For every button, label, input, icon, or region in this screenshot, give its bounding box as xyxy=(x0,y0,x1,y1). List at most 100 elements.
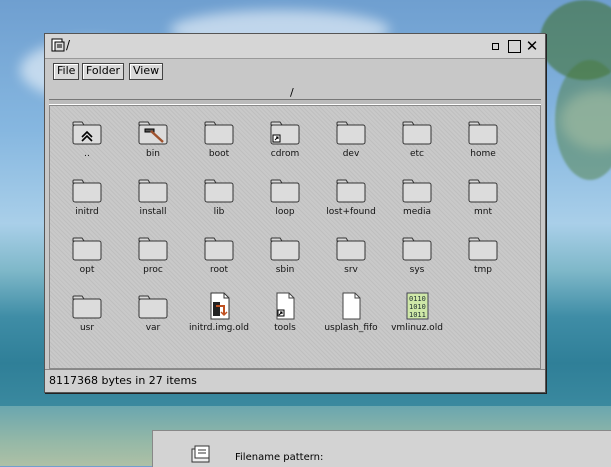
file-item[interactable]: cdrom xyxy=(252,114,318,174)
file-item-label: loop xyxy=(275,207,295,217)
file-item-label: opt xyxy=(79,265,95,275)
file-item[interactable]: lib xyxy=(186,172,252,232)
file-symlink-icon xyxy=(203,292,235,320)
svg-text:0110: 0110 xyxy=(409,295,426,303)
file-item[interactable]: media xyxy=(384,172,450,232)
file-item-label: usr xyxy=(79,323,95,333)
file-item[interactable]: usplash_fifo xyxy=(318,288,384,348)
svg-text:1011: 1011 xyxy=(409,311,426,319)
file-item[interactable]: dev xyxy=(318,114,384,174)
find-icon xyxy=(191,445,210,463)
file-item-label: lost+found xyxy=(326,207,376,217)
file-icon xyxy=(335,292,367,320)
folder-icon xyxy=(71,234,103,262)
file-item-label: var xyxy=(145,323,161,333)
iconify-icon xyxy=(491,42,499,50)
folder-icon xyxy=(137,292,169,320)
file-item-label: media xyxy=(402,207,432,217)
folder-icon xyxy=(269,176,301,204)
file-item-label: sys xyxy=(409,265,425,275)
folder-icon xyxy=(401,234,433,262)
file-item[interactable]: root xyxy=(186,230,252,290)
file-item[interactable]: install xyxy=(120,172,186,232)
folder-icon xyxy=(137,234,169,262)
folder-icon xyxy=(71,292,103,320)
filename-pattern-label: Filename pattern: xyxy=(235,452,324,463)
file-link-icon xyxy=(269,292,301,320)
file-item-label: etc xyxy=(409,149,424,159)
folder-icon xyxy=(137,176,169,204)
file-item[interactable]: initrd.img.old xyxy=(186,288,252,348)
close-button[interactable]: ✕ xyxy=(525,37,539,55)
filer-window-icon[interactable] xyxy=(51,38,65,52)
folder-icon xyxy=(467,118,499,146)
file-item-label: initrd xyxy=(75,207,99,217)
folder-icon xyxy=(203,234,235,262)
file-item-label: .. xyxy=(84,149,90,159)
file-item[interactable]: loop xyxy=(252,172,318,232)
folder-icon xyxy=(71,176,103,204)
folder-icon xyxy=(203,176,235,204)
iconify-button[interactable] xyxy=(488,39,502,53)
file-item[interactable]: var xyxy=(120,288,186,348)
file-item-label: cdrom xyxy=(270,149,300,159)
folder-icon xyxy=(335,118,367,146)
up-folder-icon xyxy=(71,118,103,146)
file-item-label: sbin xyxy=(275,265,295,275)
folder-icon xyxy=(203,118,235,146)
file-item-label: bin xyxy=(146,149,160,159)
folder-icon xyxy=(269,234,301,262)
close-icon: ✕ xyxy=(525,37,539,55)
file-item[interactable]: 0110 1010 1011 vmlinuz.old xyxy=(384,288,450,348)
binary-file-icon: 0110 1010 1011 xyxy=(401,292,433,320)
file-item[interactable]: proc xyxy=(120,230,186,290)
menu-bar: File Folder View xyxy=(45,58,545,80)
file-item[interactable]: etc xyxy=(384,114,450,174)
maximize-icon xyxy=(507,39,521,53)
file-item[interactable]: sys xyxy=(384,230,450,290)
file-item-label: srv xyxy=(344,265,358,275)
file-item[interactable]: bin xyxy=(120,114,186,174)
status-bar: 8117368 bytes in 27 items xyxy=(45,369,545,392)
menu-folder[interactable]: Folder xyxy=(82,63,124,80)
file-item-label: boot xyxy=(208,149,230,159)
file-item[interactable]: initrd xyxy=(54,172,120,232)
title-bar[interactable]: / ✕ xyxy=(45,34,545,59)
file-item-label: root xyxy=(209,265,229,275)
file-item[interactable]: mnt xyxy=(450,172,516,232)
file-item[interactable]: boot xyxy=(186,114,252,174)
folder-icon xyxy=(335,234,367,262)
status-text: 8117368 bytes in 27 items xyxy=(49,374,197,387)
file-item-label: tools xyxy=(274,323,296,333)
menu-file[interactable]: File xyxy=(53,63,80,80)
file-item[interactable]: home xyxy=(450,114,516,174)
folder-icon xyxy=(335,176,367,204)
file-item-label: initrd.img.old xyxy=(189,323,249,333)
folder-icon xyxy=(467,176,499,204)
current-path: / xyxy=(290,86,294,99)
file-item[interactable]: srv xyxy=(318,230,384,290)
file-item[interactable]: sbin xyxy=(252,230,318,290)
folder-icon xyxy=(401,176,433,204)
maximize-button[interactable] xyxy=(507,39,521,53)
file-item-label: vmlinuz.old xyxy=(391,323,443,333)
window-title: / xyxy=(66,38,71,52)
file-item[interactable]: lost+found xyxy=(318,172,384,232)
folder-link-icon xyxy=(269,118,301,146)
file-view[interactable]: .. bin boot cdrom dev etc home initrd in… xyxy=(49,105,541,369)
file-item[interactable]: opt xyxy=(54,230,120,290)
menu-view[interactable]: View xyxy=(129,63,164,80)
file-item[interactable]: tmp xyxy=(450,230,516,290)
file-item[interactable]: usr xyxy=(54,288,120,348)
file-item-label: home xyxy=(470,149,496,159)
file-item[interactable]: tools xyxy=(252,288,318,348)
file-item[interactable]: .. xyxy=(54,114,120,174)
file-item-label: lib xyxy=(213,207,225,217)
file-item-label: usplash_fifo xyxy=(324,323,378,333)
filer-window: / ✕ File Folder View / .. bin boot cdrom… xyxy=(44,33,546,393)
file-item-label: tmp xyxy=(473,265,492,275)
folder-icon xyxy=(401,118,433,146)
file-item-label: proc xyxy=(143,265,163,275)
file-item-label: install xyxy=(139,207,167,217)
folder-icon xyxy=(467,234,499,262)
